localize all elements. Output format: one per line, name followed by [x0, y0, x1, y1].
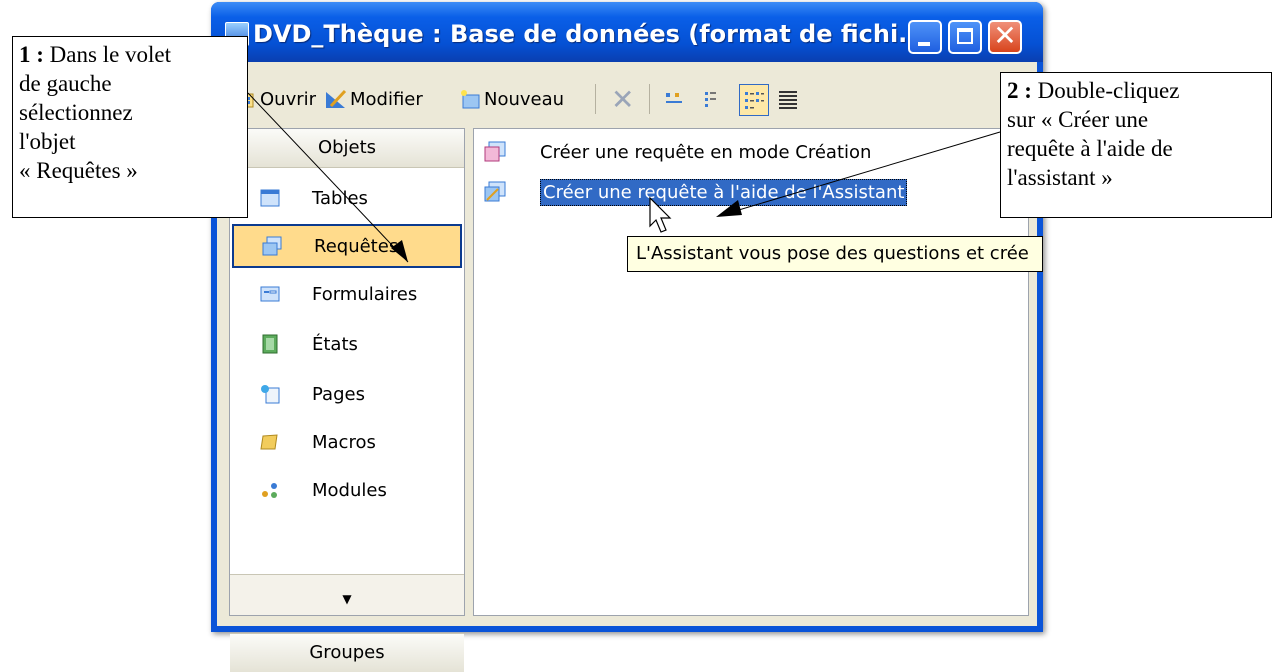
- step2-text: sur « Créer une: [1007, 107, 1149, 132]
- nav-item-queries[interactable]: Requêtes: [232, 224, 462, 268]
- nav-item-forms[interactable]: Formulaires: [230, 272, 464, 316]
- design-query-icon: [484, 141, 506, 162]
- list-item-label: Créer une requête à l'aide de l'Assistan…: [540, 178, 908, 206]
- close-icon: ✕: [993, 19, 1017, 52]
- query-icon: [262, 236, 282, 256]
- page-icon: [261, 385, 280, 404]
- step1-number: 1 :: [19, 42, 44, 67]
- large-icons-button[interactable]: [663, 84, 688, 114]
- large-icons-icon: [666, 93, 682, 103]
- title-bar[interactable]: DVD_Thèque : Base de données (format de …: [211, 2, 1043, 62]
- module-icon: [262, 483, 277, 498]
- nav-label-reports: États: [312, 333, 358, 355]
- step1-text: Dans le volet: [43, 42, 172, 67]
- database-window: DVD_Thèque : Base de données (format de …: [211, 2, 1043, 672]
- small-icons-icon: [705, 92, 716, 107]
- step2-text: l'assistant »: [1007, 165, 1113, 190]
- scroll-down-button[interactable]: ▼: [230, 574, 464, 615]
- toolbar-separator: [595, 84, 596, 114]
- new-button[interactable]: Nouveau: [459, 84, 564, 114]
- minimize-button[interactable]: [908, 20, 942, 54]
- step1-text: l'objet: [19, 129, 76, 154]
- object-list: Créer une requête en mode Création Créer…: [473, 128, 1029, 616]
- close-button[interactable]: ✕: [988, 19, 1022, 54]
- nav-label-macros: Macros: [312, 431, 376, 453]
- table-icon: [260, 189, 280, 207]
- objects-pane: Objets Tables Requêtes Formulaires États…: [229, 128, 465, 672]
- report-icon: [262, 334, 278, 354]
- window-client-area: Ouvrir Modifier Nouveau ✕ Objets Tables …: [217, 62, 1037, 672]
- delete-button[interactable]: ✕: [611, 82, 635, 116]
- list-view-icon: [745, 92, 764, 109]
- list-item[interactable]: Créer une requête en mode Création: [484, 137, 871, 167]
- open-label: Ouvrir: [260, 88, 317, 110]
- maximize-icon: [957, 28, 973, 44]
- nav-label-forms: Formulaires: [312, 283, 418, 305]
- toolbar-separator: [649, 84, 650, 114]
- minimize-icon: [918, 42, 930, 46]
- step1-text: de gauche: [19, 71, 112, 96]
- nav-label-pages: Pages: [312, 383, 365, 405]
- nav-label-tables: Tables: [312, 187, 368, 209]
- groups-header[interactable]: Groupes: [230, 633, 464, 672]
- delete-icon: ✕: [611, 82, 635, 116]
- form-icon: [260, 286, 280, 302]
- database-toolbar: Ouvrir Modifier Nouveau ✕: [217, 72, 1037, 128]
- list-view-button[interactable]: [739, 84, 769, 116]
- step1-text: sélectionnez: [19, 100, 133, 125]
- wizard-query-icon: [484, 181, 506, 202]
- step1-text: « Requêtes »: [19, 158, 138, 183]
- maximize-button[interactable]: [948, 20, 982, 54]
- list-item-label: Créer une requête en mode Création: [540, 141, 872, 163]
- step2-text: requête à l'aide de: [1007, 136, 1173, 161]
- nav-item-tables[interactable]: Tables: [230, 176, 464, 220]
- modify-button[interactable]: Modifier: [325, 84, 423, 114]
- callout-step-1: 1 : Dans le volet de gauche sélectionnez…: [12, 36, 248, 218]
- nav-label-modules: Modules: [312, 479, 387, 501]
- tooltip: L'Assistant vous pose des questions et c…: [627, 236, 1043, 272]
- nav-label-queries: Requêtes: [314, 235, 399, 257]
- details-view-icon: [779, 91, 797, 109]
- nav-item-pages[interactable]: Pages: [230, 372, 464, 416]
- objects-header[interactable]: Objets: [230, 129, 464, 168]
- design-ruler-icon: [326, 89, 347, 108]
- details-view-button[interactable]: [777, 84, 802, 114]
- small-icons-button[interactable]: [703, 84, 728, 114]
- callout-step-2: 2 : Double-cliquez sur « Créer une requê…: [1000, 72, 1272, 218]
- list-item-selected[interactable]: Créer une requête à l'aide de l'Assistan…: [484, 177, 908, 207]
- window-title: DVD_Thèque : Base de données (format de …: [253, 20, 926, 48]
- modify-label: Modifier: [350, 88, 423, 110]
- scroll-down-arrow-icon: ▼: [342, 592, 352, 606]
- macro-icon: [260, 434, 278, 450]
- nav-item-macros[interactable]: Macros: [230, 420, 464, 464]
- nav-item-modules[interactable]: Modules: [230, 468, 464, 512]
- step2-text: Double-cliquez: [1031, 78, 1180, 103]
- nav-item-reports[interactable]: États: [230, 322, 464, 366]
- new-label: Nouveau: [484, 88, 565, 110]
- new-object-icon: [461, 90, 480, 109]
- step2-number: 2 :: [1007, 78, 1032, 103]
